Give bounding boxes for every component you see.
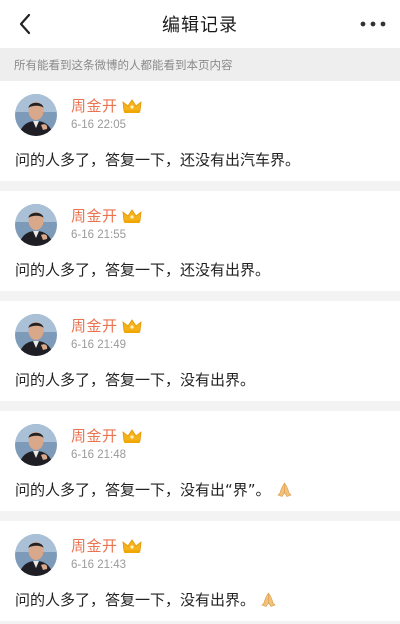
- record-text: 问的人多了，答复一下，还没有出界。: [15, 261, 271, 279]
- record-text: 问的人多了，答复一下，没有出界。: [15, 591, 256, 609]
- visibility-notice: 所有能看到这条微博的人都能看到本页内容: [0, 48, 400, 81]
- top-bar: 编辑记录: [0, 0, 400, 48]
- record-text: 问的人多了，答复一下，没有出“界”。: [15, 481, 271, 499]
- username[interactable]: 周金开: [71, 425, 118, 446]
- avatar[interactable]: [15, 94, 57, 136]
- record-timestamp: 6-16 22:05: [71, 119, 126, 131]
- chevron-left-icon: [19, 13, 31, 35]
- more-button[interactable]: [356, 9, 390, 39]
- crown-badge-icon: [122, 318, 142, 334]
- crown-badge-icon: [122, 428, 142, 444]
- username[interactable]: 周金开: [71, 95, 118, 116]
- edit-record-item: 周金开 6-16 21:49 问的人多了，答复一下，没有出界。: [0, 301, 400, 401]
- record-timestamp: 6-16 21:43: [71, 559, 126, 571]
- avatar[interactable]: [15, 204, 57, 246]
- username[interactable]: 周金开: [71, 315, 118, 336]
- record-content: 问的人多了，答复一下，没有出界。: [15, 589, 277, 610]
- record-timestamp: 6-16 21:49: [71, 339, 126, 351]
- name-row: 周金开: [71, 535, 142, 556]
- edit-record-item: 周金开 6-16 21:43 问的人多了，答复一下，没有出界。: [0, 521, 400, 621]
- more-dots-icon: [360, 21, 386, 27]
- avatar[interactable]: [15, 534, 57, 576]
- back-button[interactable]: [10, 9, 40, 39]
- edit-record-item: 周金开 6-16 21:55 问的人多了，答复一下，还没有出界。: [0, 191, 400, 291]
- crown-badge-icon: [122, 538, 142, 554]
- username[interactable]: 周金开: [71, 535, 118, 556]
- page-title: 编辑记录: [162, 15, 238, 36]
- record-content: 问的人多了，答复一下，还没有出汽车界。: [15, 149, 300, 170]
- name-row: 周金开: [71, 315, 142, 336]
- record-content: 问的人多了，答复一下，还没有出界。: [15, 259, 270, 280]
- record-timestamp: 6-16 21:55: [71, 229, 126, 241]
- name-row: 周金开: [71, 425, 142, 446]
- edit-record-item: 周金开 6-16 22:05 问的人多了，答复一下，还没有出汽车界。: [0, 81, 400, 181]
- username[interactable]: 周金开: [71, 205, 118, 226]
- record-text: 问的人多了，答复一下，还没有出汽车界。: [15, 151, 301, 169]
- praying-hands-icon: [260, 591, 277, 608]
- record-text: 问的人多了，答复一下，没有出界。: [15, 371, 256, 389]
- name-row: 周金开: [71, 95, 142, 116]
- crown-badge-icon: [122, 98, 142, 114]
- crown-badge-icon: [122, 208, 142, 224]
- edit-record-list: 周金开 6-16 22:05 问的人多了，答复一下，还没有出汽车界。 周金开 6…: [0, 81, 400, 621]
- name-row: 周金开: [71, 205, 142, 226]
- record-content: 问的人多了，答复一下，没有出界。: [15, 369, 255, 390]
- record-timestamp: 6-16 21:48: [71, 449, 126, 461]
- avatar[interactable]: [15, 424, 57, 466]
- praying-hands-icon: [276, 481, 293, 498]
- avatar[interactable]: [15, 314, 57, 356]
- record-content: 问的人多了，答复一下，没有出“界”。: [15, 479, 293, 500]
- edit-record-item: 周金开 6-16 21:48 问的人多了，答复一下，没有出“界”。: [0, 411, 400, 511]
